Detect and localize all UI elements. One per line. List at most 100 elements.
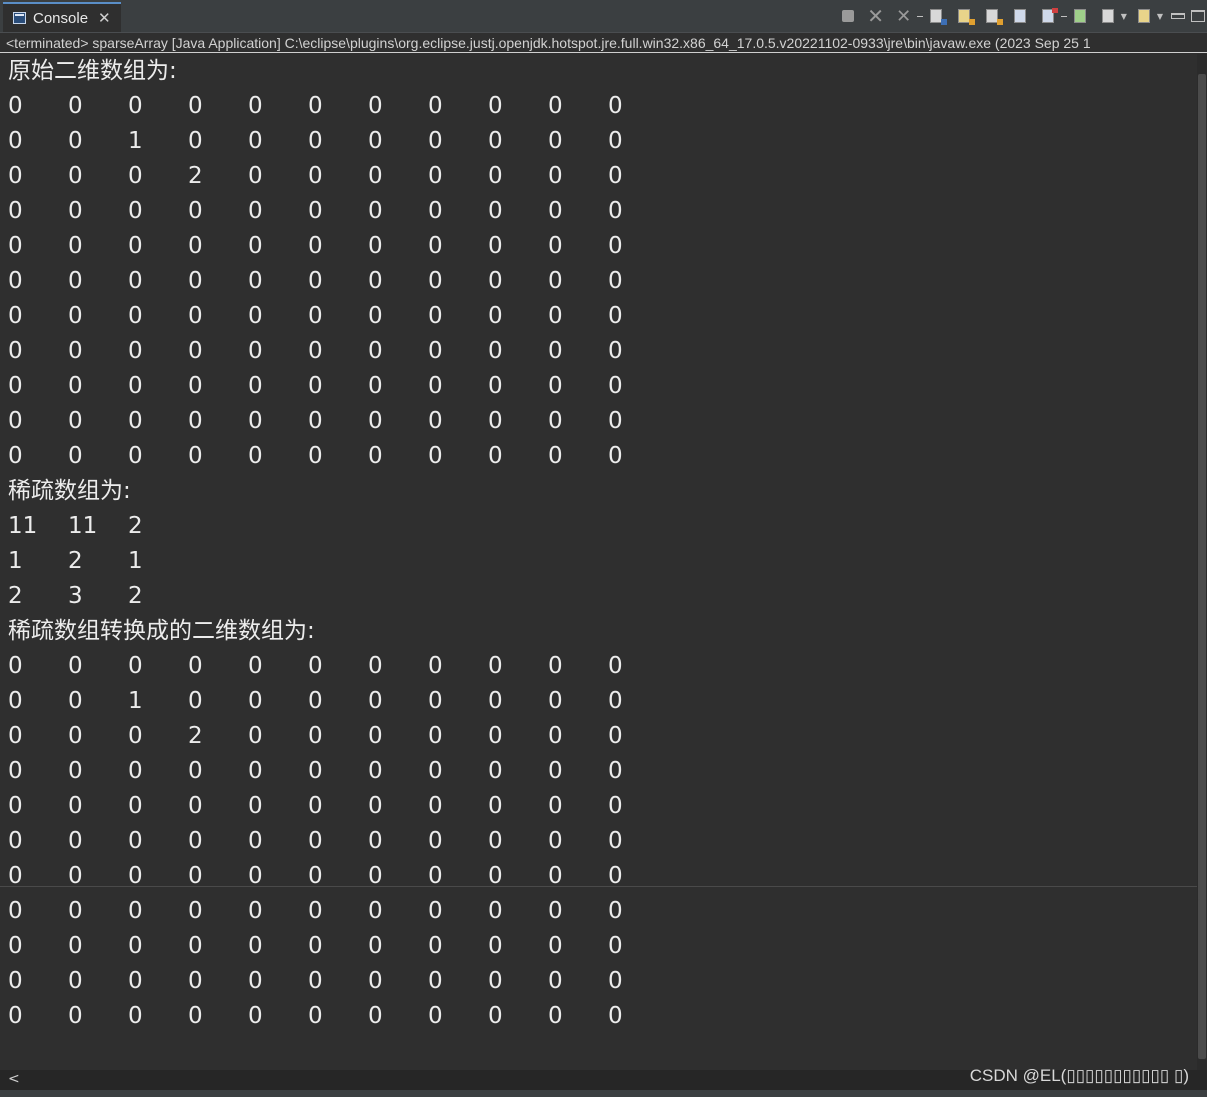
chevron-down-icon[interactable]: ▼ [1157,12,1163,21]
scroll-lock-icon[interactable] [925,5,947,27]
output-cell: 0 [188,968,203,994]
output-cell: 0 [308,93,323,119]
output-cell: 0 [548,688,563,714]
output-row: 0 0 0 0 0 0 0 0 0 0 0 [0,894,1197,929]
show-stderr-icon[interactable] [1009,5,1031,27]
output-cell: 0 [428,828,443,854]
vertical-scrollbar[interactable] [1197,54,1207,1070]
output-cell: 2 [188,723,203,749]
output-cell: 0 [548,968,563,994]
output-cell: 0 [188,303,203,329]
output-row: 0 0 0 0 0 0 0 0 0 0 0 [0,404,1197,439]
output-cell: 0 [68,828,83,854]
output-cell: 0 [128,1003,143,1029]
output-row: 0 0 0 2 0 0 0 0 0 0 0 [0,159,1197,194]
open-console-icon[interactable] [1097,5,1119,27]
remove-all-launches-icon[interactable]: ✕ [893,5,915,27]
tab-console[interactable]: Console ✕ [3,2,121,32]
output-cell: 0 [488,933,503,959]
output-cell: 0 [428,163,443,189]
remove-launch-icon[interactable]: ✕ [865,4,887,28]
output-cell: 0 [128,863,143,889]
output-cell: 0 [128,93,143,119]
output-cell: 0 [488,828,503,854]
output-cell: 0 [488,968,503,994]
output-cell: 0 [608,933,623,959]
new-console-icon[interactable] [1133,5,1155,27]
output-cell: 0 [608,898,623,924]
output-cell: 1 [128,128,143,154]
minimize-icon[interactable] [1171,13,1185,19]
output-cell: 0 [128,933,143,959]
chevron-down-icon[interactable]: ▼ [1121,12,1127,21]
output-cell: 0 [608,268,623,294]
console-output[interactable]: 原始二维数组为: 0000000000000100000000000200000… [0,54,1197,1070]
output-cell: 0 [548,268,563,294]
output-cell: 0 [68,723,83,749]
output-row: 0 0 0 0 0 0 0 0 0 0 0 [0,334,1197,369]
output-cell: 0 [8,408,23,434]
pin-console-icon[interactable] [1037,5,1059,27]
output-cell: 0 [248,93,263,119]
console-icon [13,12,26,24]
output-cell: 0 [488,443,503,469]
output-row: 0 0 0 0 0 0 0 0 0 0 0 [0,89,1197,124]
terminate-icon[interactable] [837,5,859,27]
output-cell: 0 [608,688,623,714]
output-cell: 0 [368,373,383,399]
scrollbar-thumb[interactable] [1198,74,1206,930]
output-cell: 0 [548,863,563,889]
output-cell: 0 [488,863,503,889]
close-icon[interactable]: ✕ [98,9,111,27]
sparse-array-block: 11 11 2 1 2 1 2 3 2 [0,509,1197,614]
output-cell: 0 [548,163,563,189]
output-cell: 0 [488,723,503,749]
output-cell: 0 [248,233,263,259]
output-row: 0 0 0 0 0 0 0 0 0 0 0 [0,859,1197,894]
display-console-icon[interactable] [1069,5,1091,27]
output-cell: 0 [488,268,503,294]
scroll-left-arrow-icon[interactable]: < [8,1071,20,1087]
output-cell: 0 [488,758,503,784]
output-row: 0 0 0 0 0 0 0 0 0 0 0 [0,439,1197,474]
output-cell: 0 [128,653,143,679]
launch-info-line: <terminated> sparseArray [Java Applicati… [0,33,1207,53]
output-cell: 0 [248,863,263,889]
output-cell: 0 [428,793,443,819]
output-cell: 0 [428,408,443,434]
output-cell: 0 [188,688,203,714]
output-heading-restored: 稀疏数组转换成的二维数组为: [8,618,315,644]
output-cell: 0 [488,233,503,259]
show-stdout-icon[interactable] [981,5,1003,27]
output-row: 0 0 0 0 0 0 0 0 0 0 0 [0,369,1197,404]
output-cell: 0 [128,793,143,819]
output-cell: 0 [608,303,623,329]
output-cell: 0 [248,163,263,189]
output-cell: 0 [548,828,563,854]
maximize-icon[interactable] [1191,10,1205,22]
output-cell: 0 [68,373,83,399]
output-cell: 0 [248,723,263,749]
output-cell: 0 [8,758,23,784]
output-cell: 0 [248,898,263,924]
output-cell: 0 [68,898,83,924]
output-cell: 0 [68,268,83,294]
watermark: CSDN @EL(▯▯▯▯▯▯▯▯▯▯▯ ▯) [970,1066,1189,1086]
output-cell: 0 [128,443,143,469]
output-cell: 0 [428,268,443,294]
restored-array-block: 0000000000000100000000000200000000000000… [0,649,1197,1034]
output-cell: 0 [128,828,143,854]
output-cell: 0 [368,233,383,259]
output-cell: 0 [128,898,143,924]
output-row: 0 0 0 0 0 0 0 0 0 0 0 [0,194,1197,229]
output-cell: 2 [188,163,203,189]
output-cell: 0 [68,303,83,329]
output-cell: 0 [128,758,143,784]
output-cell: 0 [608,723,623,749]
output-cell: 0 [188,93,203,119]
output-cell: 0 [8,688,23,714]
word-wrap-icon[interactable] [953,5,975,27]
output-cell: 0 [428,303,443,329]
output-cell: 0 [488,898,503,924]
scrollbar-thumb[interactable] [1198,899,1206,1059]
